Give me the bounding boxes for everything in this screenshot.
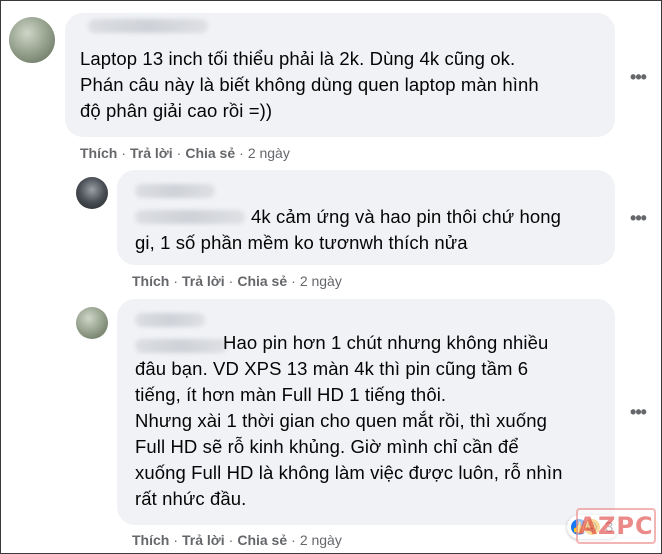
reply-link[interactable]: Trả lời	[130, 145, 173, 161]
watermark-logo: AZPC	[576, 508, 656, 544]
like-link[interactable]: Thích	[80, 145, 117, 161]
avatar[interactable]	[9, 17, 55, 63]
comment-bubble: 4k cảm ứng và hao pin thôi chứ hong gi, …	[117, 170, 615, 265]
comment-bubble: Laptop 13 inch tối thiểu phải là 2k. Dùn…	[65, 13, 615, 137]
like-link[interactable]: Thích	[132, 532, 169, 548]
comment-actions: Thích · Trả lời · Chia sẻ · 2 ngày	[132, 273, 342, 289]
separator: ·	[291, 532, 296, 548]
comment-bubble: Hao pin hơn 1 chút nhưng không nhiều đâu…	[117, 299, 615, 525]
author-name-blurred[interactable]	[135, 313, 205, 327]
share-link[interactable]: Chia sẻ	[185, 145, 235, 161]
separator: ·	[173, 532, 179, 548]
author-name-blurred[interactable]	[88, 19, 208, 33]
more-options-icon[interactable]: •••	[628, 208, 648, 228]
separator: ·	[228, 532, 234, 548]
timestamp[interactable]: 2 ngày	[300, 273, 342, 289]
reply-link[interactable]: Trả lời	[182, 532, 225, 548]
avatar[interactable]	[76, 177, 108, 209]
comment-text: 4k cảm ứng và hao pin thôi chứ hong gi, …	[135, 206, 562, 253]
avatar[interactable]	[76, 307, 108, 339]
comment-text: Hao pin hơn 1 chút nhưng không nhiều đâu…	[135, 332, 563, 509]
more-options-icon[interactable]: •••	[628, 67, 648, 87]
timestamp[interactable]: 2 ngày	[248, 145, 290, 161]
timestamp[interactable]: 2 ngày	[300, 532, 342, 548]
author-name-blurred[interactable]	[135, 184, 215, 198]
share-link[interactable]: Chia sẻ	[237, 532, 287, 548]
separator: ·	[291, 273, 296, 289]
reply-link[interactable]: Trả lời	[182, 273, 225, 289]
comment-actions: Thích · Trả lời · Chia sẻ · 2 ngày	[132, 532, 342, 548]
separator: ·	[239, 145, 244, 161]
comment-text: Laptop 13 inch tối thiểu phải là 2k. Dùn…	[80, 48, 539, 121]
separator: ·	[228, 273, 234, 289]
more-options-icon[interactable]: •••	[628, 402, 648, 422]
like-link[interactable]: Thích	[132, 273, 169, 289]
comment-actions: Thích · Trả lời · Chia sẻ · 2 ngày	[80, 145, 290, 161]
separator: ·	[173, 273, 179, 289]
separator: ·	[176, 145, 182, 161]
share-link[interactable]: Chia sẻ	[237, 273, 287, 289]
separator: ·	[121, 145, 127, 161]
